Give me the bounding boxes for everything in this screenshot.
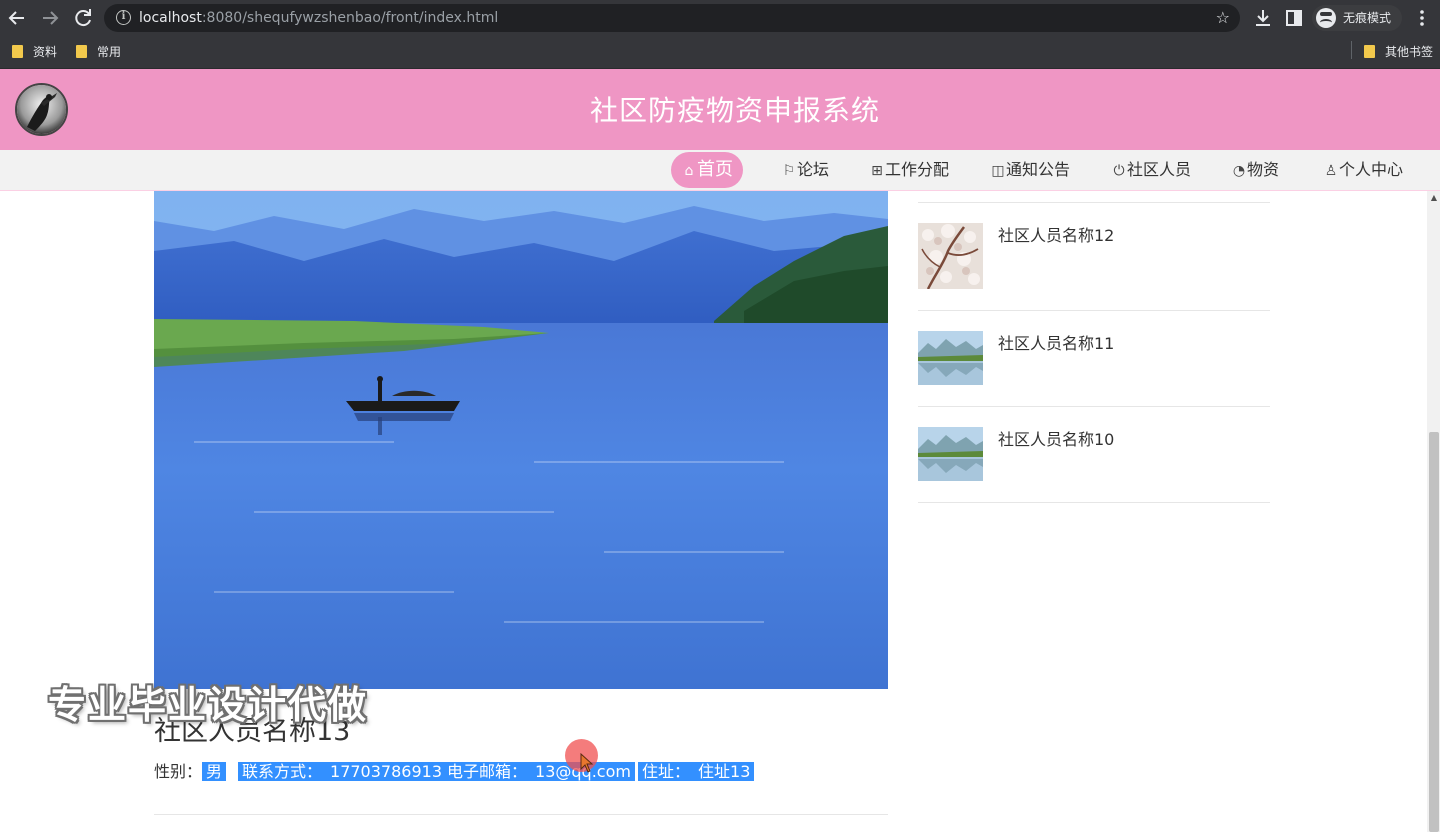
watermark-overlay: 专业毕业设计代做 <box>48 683 369 727</box>
sidebar-divider <box>918 502 1270 503</box>
download-icon[interactable] <box>1251 6 1275 30</box>
nav-item-personal-center[interactable]: ♙ 个人中心 <box>1323 152 1403 188</box>
nav-item-notices[interactable]: ◫通知公告 <box>990 152 1070 188</box>
phone-value: 17703786913 <box>326 762 446 781</box>
sidebar-item-name[interactable]: 社区人员名称12 <box>998 225 1114 247</box>
sidebar-divider <box>918 310 1270 311</box>
folder-icon <box>1364 44 1375 58</box>
gender-field: 性别：男 <box>154 761 227 783</box>
browser-toolbar: i localhost:8080/shequfywzshenbao/front/… <box>0 0 1440 36</box>
incognito-chip[interactable]: 无痕模式 <box>1312 5 1402 31</box>
sidebar-thumb-lake[interactable] <box>918 427 983 481</box>
email-label: 电子邮箱： <box>443 762 532 781</box>
nav-item-supplies[interactable]: ◔ 物资 <box>1231 152 1279 188</box>
address-label: 住址： <box>638 762 695 781</box>
main-nav: ⌂ 首页 ⚐ 论坛 ⊞ 工作分配 ◫通知公告 ⏻ 社区人员 ◔ 物资 ♙ 个人中心 <box>0 150 1440 191</box>
mouse-cursor-icon <box>580 752 594 777</box>
bookmark-folder-ziliao[interactable]: 资料 <box>12 43 57 61</box>
gender-label: 性别： <box>154 762 203 781</box>
address-bar[interactable]: i localhost:8080/shequfywzshenbao/front/… <box>104 4 1240 32</box>
email-field: 电子邮箱：13@qq.com <box>443 761 635 783</box>
sidebar-item-name[interactable]: 社区人员名称10 <box>998 429 1114 451</box>
sidebar-item-name[interactable]: 社区人员名称11 <box>998 333 1114 355</box>
site-info-icon[interactable]: i <box>116 10 131 25</box>
sidebar-divider <box>918 406 1270 407</box>
detail-image <box>154 191 888 689</box>
notice-icon: ◫ <box>991 163 1005 179</box>
phone-label: 联系方式： <box>238 762 327 781</box>
incognito-icon <box>1316 8 1336 28</box>
site-header: 社区防疫物资申报系统 <box>0 69 1440 150</box>
address-value: 住址13 <box>694 762 755 781</box>
nav-item-home[interactable]: ⌂ 首页 <box>671 152 743 188</box>
sidebar-thumb-lake[interactable] <box>918 331 983 385</box>
url-text[interactable]: localhost:8080/shequfywzshenbao/front/in… <box>139 9 498 27</box>
apps-icon: ⊞ <box>871 163 883 179</box>
folder-icon <box>76 44 87 58</box>
back-icon[interactable] <box>5 6 29 30</box>
other-bookmarks[interactable]: 其他书签 <box>1364 43 1433 61</box>
nav-item-forum[interactable]: ⚐ 论坛 <box>781 152 829 188</box>
browser-menu-icon[interactable] <box>1410 6 1434 30</box>
content-divider <box>154 814 888 815</box>
bookmark-star-icon[interactable]: ☆ <box>1216 8 1230 28</box>
sidebar-divider <box>918 202 1270 203</box>
sidebar-thumb-blossom[interactable] <box>918 223 983 289</box>
palette-icon: ◔ <box>1232 163 1246 179</box>
gender-value: 男 <box>202 762 227 781</box>
folder-icon <box>12 44 23 58</box>
nav-item-work-assignment[interactable]: ⊞ 工作分配 <box>869 152 949 188</box>
nav-item-community-staff[interactable]: ⏻ 社区人员 <box>1111 152 1191 188</box>
power-icon: ⏻ <box>1113 163 1125 179</box>
bookmark-folder-changyong[interactable]: 常用 <box>76 43 121 61</box>
bookmarks-bar: 资料 常用 其他书签 <box>0 36 1440 69</box>
scroll-up-icon[interactable]: ▲ <box>1429 193 1439 203</box>
scrollbar-thumb[interactable] <box>1429 432 1439 832</box>
incognito-label: 无痕模式 <box>1343 11 1392 25</box>
user-icon: ♙ <box>1324 163 1338 179</box>
bookmarks-separator <box>1351 41 1352 59</box>
side-panel-icon[interactable] <box>1282 6 1306 30</box>
flag-icon: ⚐ <box>782 163 796 179</box>
phone-field: 联系方式： 17703786913 <box>238 761 446 783</box>
reload-icon[interactable] <box>71 6 95 30</box>
forward-icon[interactable] <box>38 6 62 30</box>
site-title: 社区防疫物资申报系统 <box>589 94 880 127</box>
address-field: 住址： 住址13 <box>638 761 755 783</box>
home-icon: ⌂ <box>684 163 694 179</box>
